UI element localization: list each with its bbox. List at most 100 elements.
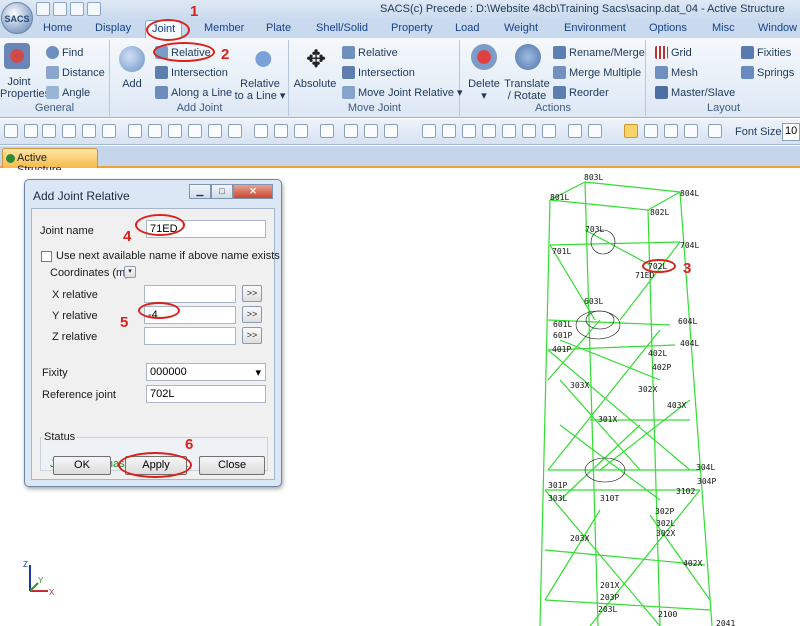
- fixities-button[interactable]: Fixities: [741, 46, 791, 59]
- intersection-button[interactable]: Intersection: [155, 66, 228, 79]
- select-icon[interactable]: [148, 124, 162, 138]
- move-relative-button[interactable]: Relative: [342, 46, 398, 59]
- tab-plate[interactable]: Plate: [266, 22, 291, 34]
- view-front-icon[interactable]: [442, 124, 456, 138]
- pan-hand-icon[interactable]: [168, 124, 182, 138]
- tab-options[interactable]: Options: [649, 22, 687, 34]
- move-intersection-button[interactable]: Intersection: [342, 66, 415, 79]
- measure-icon[interactable]: [320, 124, 334, 138]
- tab-home[interactable]: Home: [43, 22, 72, 34]
- view-top-icon[interactable]: [522, 124, 536, 138]
- springs-button[interactable]: Springs: [741, 66, 794, 79]
- tab-misc[interactable]: Misc: [712, 22, 735, 34]
- coordinates-units-dropdown[interactable]: ▾: [124, 266, 136, 278]
- joint-label: 601L: [553, 320, 572, 329]
- new-file-icon[interactable]: [36, 2, 50, 16]
- label-icon[interactable]: [568, 124, 582, 138]
- zoom-fit-icon[interactable]: [188, 124, 202, 138]
- group-actions: Delete ▾ Translate / Rotate Rename/Merge M…: [461, 40, 646, 116]
- relative-to-a-line-button[interactable]: Relative to a Line ▾: [233, 78, 287, 102]
- print-icon[interactable]: [87, 2, 101, 16]
- refresh-icon[interactable]: [128, 124, 142, 138]
- joint-label: 301X: [598, 415, 617, 424]
- merge-multiple-button[interactable]: Merge Multiple: [553, 66, 641, 79]
- tab-member[interactable]: Member: [204, 22, 244, 34]
- tab-load[interactable]: Load: [455, 22, 479, 34]
- view-3d-icon[interactable]: [422, 124, 436, 138]
- ok-button[interactable]: OK: [53, 456, 111, 475]
- new-icon[interactable]: [4, 124, 18, 138]
- zoom-out-icon[interactable]: [294, 124, 308, 138]
- view-right-icon[interactable]: [502, 124, 516, 138]
- z-relative-arrow-button[interactable]: >>: [242, 327, 262, 344]
- annotation-number: 4: [123, 228, 132, 245]
- reference-joint-field[interactable]: 702L: [146, 385, 266, 403]
- translate-rotate-button[interactable]: Translate / Rotate: [503, 78, 551, 102]
- x-relative-arrow-button[interactable]: >>: [242, 285, 262, 302]
- annotation-ring-joint-tab: [146, 19, 190, 41]
- open-folder-icon[interactable]: [53, 2, 67, 16]
- mesh-button[interactable]: Mesh: [655, 66, 698, 79]
- tab-shell-solid[interactable]: Shell/Solid: [316, 22, 368, 34]
- zoom-window-icon[interactable]: [254, 124, 268, 138]
- save-all-icon[interactable]: [62, 124, 76, 138]
- section-icon[interactable]: [644, 124, 658, 138]
- angle-button[interactable]: Angle: [46, 86, 90, 99]
- tab-property[interactable]: Property: [391, 22, 433, 34]
- use-next-name-checkbox[interactable]: [41, 251, 52, 262]
- minimize-icon[interactable]: ▁: [189, 184, 211, 199]
- global-axis-icon[interactable]: [684, 124, 698, 138]
- table-icon[interactable]: [588, 124, 602, 138]
- tab-display[interactable]: Display: [95, 22, 131, 34]
- grid-button[interactable]: Grid: [655, 46, 692, 59]
- view-back-icon[interactable]: [462, 124, 476, 138]
- find-button[interactable]: Find: [46, 46, 83, 59]
- ribbon-tabs: Home Display Joint Member Plate Shell/So…: [0, 20, 800, 39]
- save-toolbar-icon[interactable]: [42, 124, 56, 138]
- tab-weight[interactable]: Weight: [504, 22, 538, 34]
- document-tab-active-structure[interactable]: Active Structure: [2, 148, 98, 176]
- joint-label: 403X: [667, 401, 686, 410]
- move-joint-relative-icon: [342, 86, 355, 99]
- delete-button[interactable]: Delete ▾: [461, 78, 507, 102]
- annotation-ring-y-relative: [138, 302, 180, 319]
- fixity-select[interactable]: 000000 ▾: [146, 363, 266, 381]
- redo-icon[interactable]: [364, 124, 378, 138]
- open-icon[interactable]: [24, 124, 38, 138]
- copy-icon[interactable]: [82, 124, 96, 138]
- print-toolbar-icon[interactable]: [102, 124, 116, 138]
- view-bottom-icon[interactable]: [542, 124, 556, 138]
- master-slave-button[interactable]: Master/Slave: [655, 86, 735, 99]
- ribbon: Joint Properties Find Distance Angle Gen…: [0, 38, 800, 118]
- close-icon[interactable]: ✕: [233, 184, 273, 199]
- x-relative-field[interactable]: [144, 285, 236, 303]
- maximize-icon[interactable]: □: [211, 184, 233, 199]
- move-joint-relative-button[interactable]: Move Joint Relative ▾: [342, 86, 463, 99]
- z-relative-field[interactable]: [144, 327, 236, 345]
- rename-merge-button[interactable]: Rename/Merge: [553, 46, 645, 59]
- tab-window[interactable]: Window: [758, 22, 797, 34]
- annotation-number: 6: [185, 436, 194, 453]
- tab-environment[interactable]: Environment: [564, 22, 626, 34]
- zoom-in-icon[interactable]: [274, 124, 288, 138]
- rotate-icon[interactable]: [208, 124, 222, 138]
- view-icon[interactable]: [228, 124, 242, 138]
- joint-label: 404L: [680, 339, 699, 348]
- add-joint-button[interactable]: Add: [115, 78, 149, 90]
- font-size-field[interactable]: 10: [782, 123, 800, 141]
- save-icon[interactable]: [70, 2, 84, 16]
- application-menu-button[interactable]: SACS: [1, 2, 33, 34]
- undo-icon[interactable]: [344, 124, 358, 138]
- settings-icon[interactable]: [708, 124, 722, 138]
- close-button[interactable]: Close: [199, 456, 265, 475]
- local-axis-icon[interactable]: [664, 124, 678, 138]
- reorder-button[interactable]: Reorder: [553, 86, 609, 99]
- along-a-line-button[interactable]: Along a Line: [155, 86, 232, 99]
- snap-joint-icon[interactable]: [624, 124, 638, 138]
- joint-properties-button[interactable]: Joint Properties: [0, 76, 50, 100]
- distance-button[interactable]: Distance: [46, 66, 105, 79]
- view-left-icon[interactable]: [482, 124, 496, 138]
- absolute-button[interactable]: Absolute: [290, 78, 340, 90]
- y-relative-arrow-button[interactable]: >>: [242, 306, 262, 323]
- filter-icon[interactable]: [384, 124, 398, 138]
